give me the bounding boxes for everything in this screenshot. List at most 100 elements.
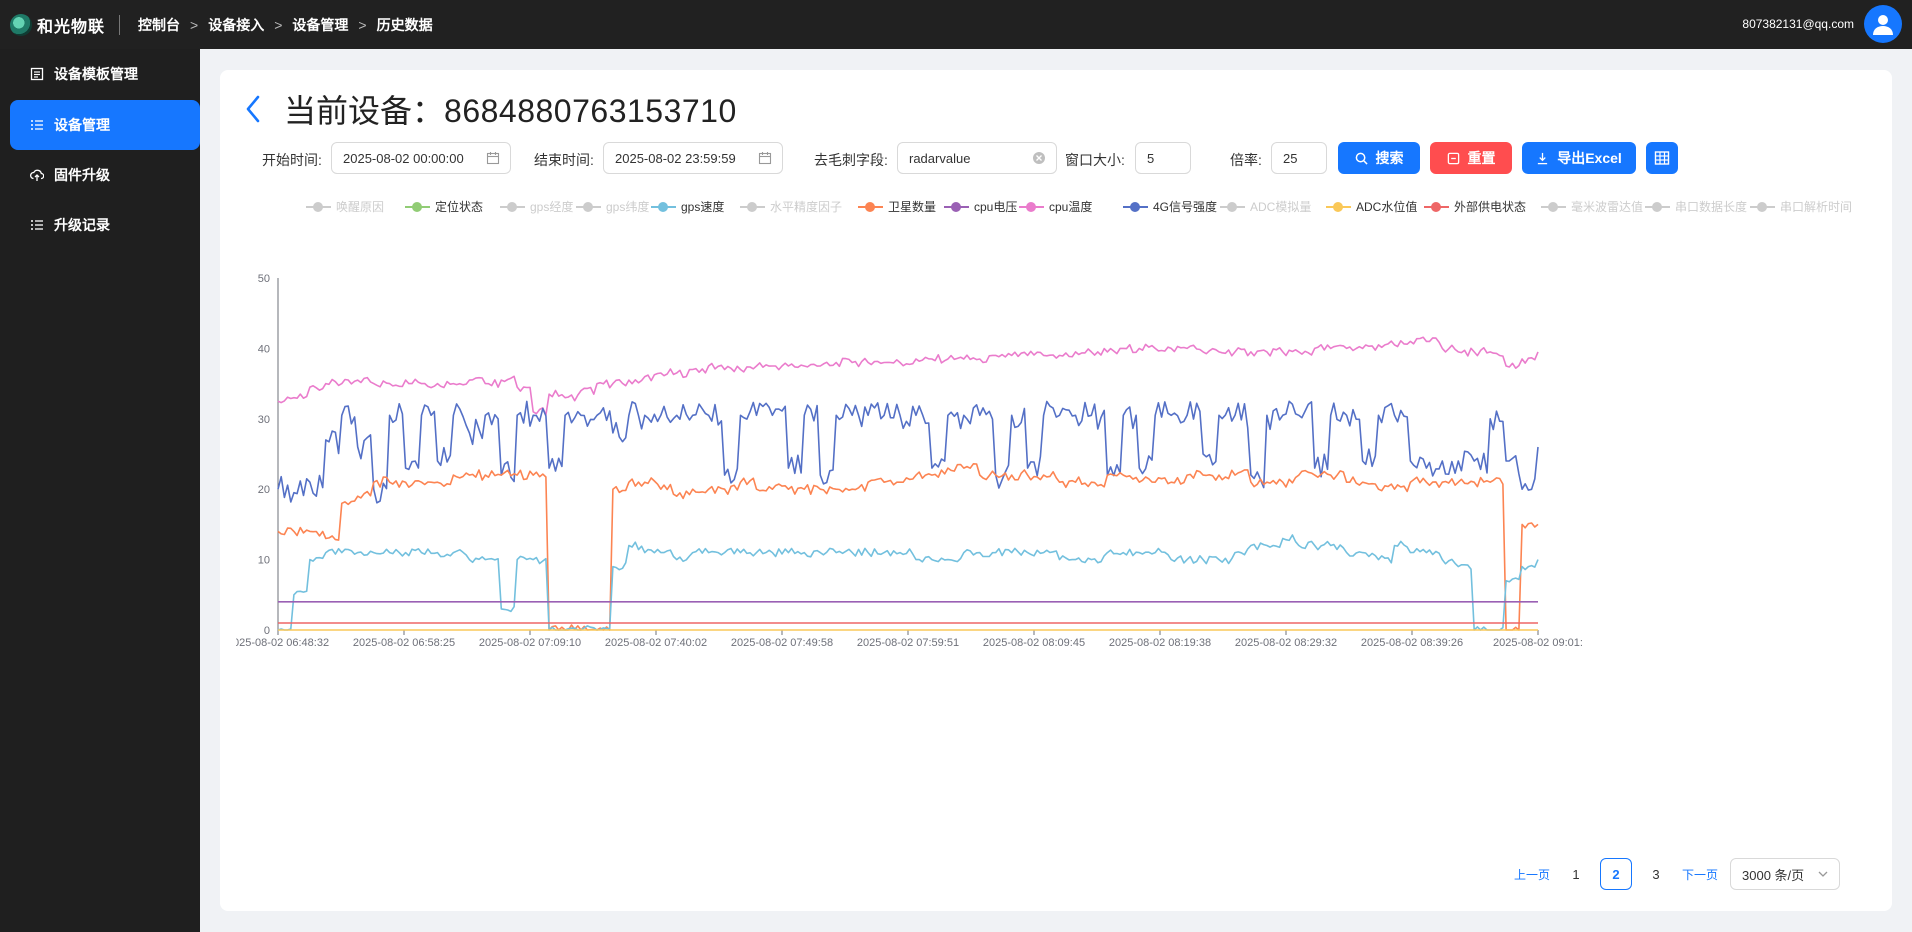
top-header: 和光物联 控制台 > 设备接入 > 设备管理 > 历史数据 807382131@… bbox=[0, 0, 1912, 49]
logo[interactable]: 和光物联 bbox=[0, 0, 105, 49]
legend-label: ADC水位值 bbox=[1356, 200, 1418, 214]
breadcrumb-item-history-data: 历史数据 bbox=[376, 16, 433, 33]
deburr-field-value: radarvalue bbox=[909, 150, 971, 166]
end-time-label: 结束时间: bbox=[534, 152, 594, 168]
deburr-field-select[interactable]: radarvalue bbox=[897, 142, 1057, 174]
template-icon bbox=[30, 67, 44, 81]
next-page-link[interactable]: 下一页 bbox=[1680, 858, 1720, 890]
page-1[interactable]: 1 bbox=[1560, 858, 1592, 890]
export-excel-button[interactable]: 导出Excel bbox=[1522, 142, 1636, 174]
page-title-row: 当前设备：8684880763153710 bbox=[244, 86, 737, 132]
user-icon bbox=[1873, 15, 1893, 35]
series-line-2 bbox=[277, 463, 1539, 631]
rate-input[interactable]: 25 bbox=[1271, 142, 1327, 174]
sidebar-item-label: 升级记录 bbox=[54, 217, 110, 233]
x-tick-label: 2025-08-02 06:48:32 bbox=[236, 637, 329, 649]
legend-item[interactable]: 卫星数量 bbox=[858, 198, 936, 215]
breadcrumb-item-device-management[interactable]: 设备管理 bbox=[292, 15, 348, 35]
breadcrumb-item-device-access[interactable]: 设备接入 bbox=[208, 15, 264, 35]
table-view-button[interactable] bbox=[1646, 142, 1678, 174]
legend-item[interactable]: 串口数据长度 bbox=[1645, 198, 1747, 215]
x-tick-label: 2025-08-02 08:09:45 bbox=[983, 637, 1085, 649]
filter-bar: 开始时间: 2025-08-02 00:00:00 结束时间: 2025-08-… bbox=[220, 142, 1892, 176]
end-time-picker[interactable]: 2025-08-02 23:59:59 bbox=[603, 142, 783, 174]
x-tick-label: 2025-08-02 06:58:25 bbox=[353, 637, 455, 649]
table-icon bbox=[1654, 151, 1670, 165]
legend-label: 串口数据长度 bbox=[1675, 200, 1748, 214]
user-menu[interactable]: 807382131@qq.com bbox=[1742, 5, 1902, 43]
search-button-label: 搜索 bbox=[1375, 150, 1404, 166]
legend-marker bbox=[500, 200, 525, 214]
legend-item[interactable]: cpu温度 bbox=[1019, 198, 1092, 215]
calendar-icon bbox=[486, 152, 500, 165]
page-title: 当前设备：8684880763153710 bbox=[284, 86, 737, 132]
legend-item[interactable]: 串口解析时间 bbox=[1750, 198, 1852, 215]
sidebar-item-firmware-upgrade[interactable]: 固件升级 bbox=[10, 150, 200, 200]
legend-label: 串口解析时间 bbox=[1780, 200, 1853, 214]
cloud-upload-icon bbox=[30, 168, 44, 182]
legend-item[interactable]: ADC模拟量 bbox=[1220, 198, 1311, 215]
y-tick-label: 10 bbox=[258, 555, 270, 567]
reset-button[interactable]: 重置 bbox=[1430, 142, 1512, 174]
window-size-input[interactable]: 5 bbox=[1135, 142, 1191, 174]
sidebar-item-device-management[interactable]: 设备管理 bbox=[10, 100, 200, 150]
header-divider bbox=[119, 14, 121, 35]
line-chart: 0 10 20 30 40 50 2025-08-02 06:48:32 2025-08-02… bbox=[227, 230, 1882, 700]
back-button[interactable] bbox=[244, 89, 268, 129]
search-icon bbox=[1355, 152, 1368, 165]
prev-page-link[interactable]: 上一页 bbox=[1512, 858, 1552, 890]
x-tick-label: 2025-08-02 08:19:38 bbox=[1109, 637, 1211, 649]
breadcrumb-item-console[interactable]: 控制台 bbox=[138, 15, 180, 35]
page-3[interactable]: 3 bbox=[1640, 858, 1672, 890]
legend-label: 毫米波雷达值 bbox=[1571, 200, 1644, 214]
legend-item[interactable]: 唤醒原因 bbox=[306, 198, 384, 215]
avatar[interactable] bbox=[1864, 5, 1902, 43]
legend-item[interactable]: 定位状态 bbox=[405, 198, 483, 215]
legend-item[interactable]: ADC水位值 bbox=[1326, 198, 1417, 215]
search-button[interactable]: 搜索 bbox=[1338, 142, 1420, 174]
legend-marker bbox=[1750, 200, 1775, 214]
legend-label: gps速度 bbox=[681, 200, 725, 214]
page-size-select[interactable]: 3000 条/页 bbox=[1730, 858, 1840, 890]
legend-item[interactable]: cpu电压 bbox=[944, 198, 1017, 215]
y-tick-label: 0 bbox=[264, 625, 270, 637]
user-email[interactable]: 807382131@qq.com bbox=[1742, 17, 1854, 31]
start-time-value: 2025-08-02 00:00:00 bbox=[343, 150, 464, 166]
list-icon bbox=[30, 118, 44, 132]
page-2[interactable]: 2 bbox=[1600, 858, 1632, 890]
legend-marker bbox=[1220, 200, 1245, 214]
legend-label: 定位状态 bbox=[435, 200, 484, 214]
legend-item[interactable]: 4G信号强度 bbox=[1123, 198, 1217, 215]
download-icon bbox=[1536, 152, 1549, 165]
sidebar-item-label: 固件升级 bbox=[54, 167, 110, 183]
y-tick-label: 20 bbox=[258, 484, 270, 496]
legend-label: 外部供电状态 bbox=[1454, 200, 1527, 214]
legend-label: 唤醒原因 bbox=[336, 200, 385, 214]
logo-icon bbox=[10, 13, 32, 36]
reset-icon bbox=[1447, 152, 1460, 165]
clear-icon[interactable] bbox=[1032, 151, 1046, 165]
sidebar-item-template-management[interactable]: 设备模板管理 bbox=[10, 49, 200, 99]
start-time-picker[interactable]: 2025-08-02 00:00:00 bbox=[331, 142, 511, 174]
series-line-3 bbox=[277, 534, 1539, 631]
legend-item[interactable]: 水平精度因子 bbox=[740, 198, 842, 215]
legend-marker bbox=[651, 200, 676, 214]
y-tick-label: 50 bbox=[258, 273, 270, 285]
window-size-value: 5 bbox=[1147, 150, 1155, 166]
legend-item[interactable]: gps速度 bbox=[651, 198, 724, 215]
legend-item[interactable]: 毫米波雷达值 bbox=[1541, 198, 1643, 215]
chevron-left-icon bbox=[246, 95, 260, 123]
sidebar-item-upgrade-records[interactable]: 升级记录 bbox=[10, 200, 200, 250]
legend-label: 卫星数量 bbox=[888, 200, 937, 214]
x-tick-label: 2025-08-02 07:59:51 bbox=[857, 637, 959, 649]
page-size-value: 3000 条/页 bbox=[1742, 867, 1805, 883]
pagination: 上一页 1 2 3 下一页 3000 条/页 bbox=[1512, 858, 1872, 890]
legend-item[interactable]: gps纬度 bbox=[576, 198, 649, 215]
legend-item[interactable]: gps经度 bbox=[500, 198, 573, 215]
window-size-label: 窗口大小: bbox=[1065, 152, 1125, 168]
y-tick-label: 40 bbox=[258, 343, 270, 355]
legend-label: ADC模拟量 bbox=[1250, 200, 1312, 214]
start-time-label: 开始时间: bbox=[262, 152, 322, 168]
legend-item[interactable]: 外部供电状态 bbox=[1424, 198, 1526, 215]
x-tick-label: 2025-08-02 07:49:58 bbox=[731, 637, 833, 649]
